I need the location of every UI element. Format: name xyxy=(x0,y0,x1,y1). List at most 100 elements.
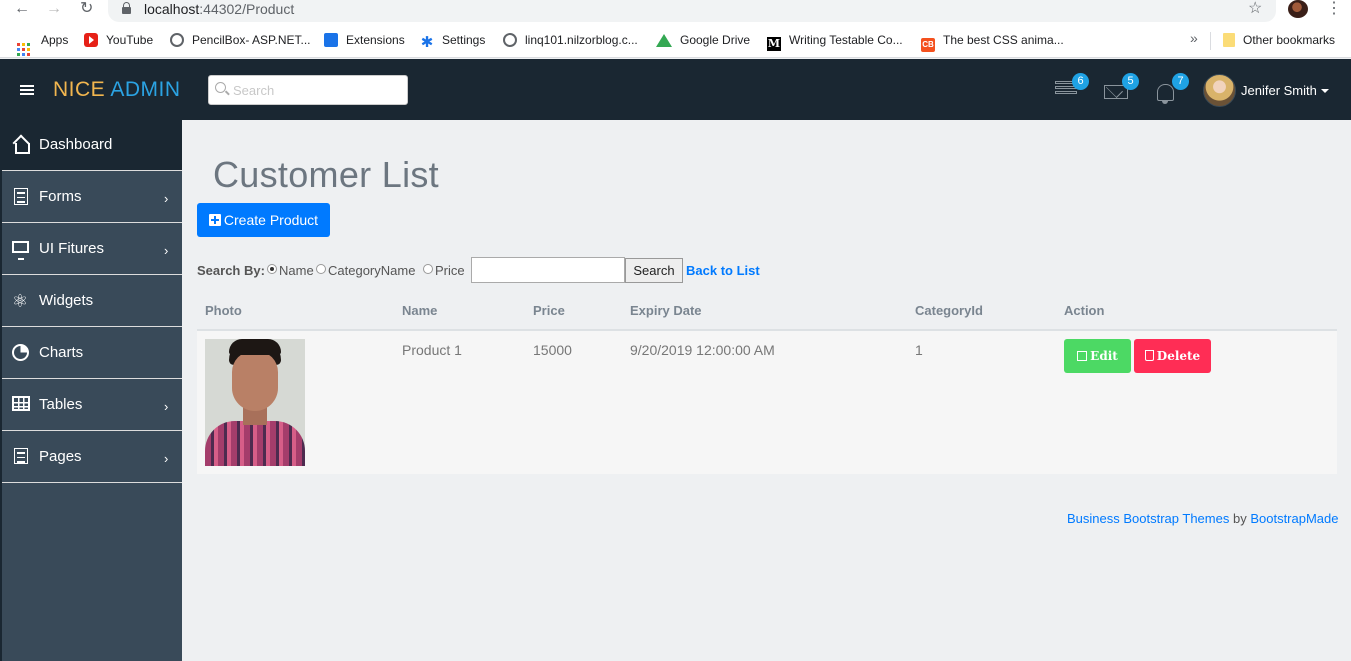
cell-category-id: 1 xyxy=(915,342,923,358)
bookmark-extensions[interactable]: Extensions xyxy=(324,32,405,48)
bookmarks-overflow-chevron-icon[interactable]: » xyxy=(1190,30,1198,46)
trash-icon xyxy=(1144,350,1154,361)
footer-by-text: by xyxy=(1232,511,1247,526)
brand-logo[interactable]: NICE ADMIN xyxy=(53,78,181,102)
browser-toolbar: ← → ↻ localhost:44302/Product ☆ ⋮ xyxy=(0,0,1351,22)
footer-bootstrapmade-link[interactable]: BootstrapMade xyxy=(1250,511,1338,526)
sidebar-item-pages[interactable]: Pages › xyxy=(2,432,182,483)
column-header-photo: Photo xyxy=(205,303,242,318)
medium-icon: M xyxy=(767,37,781,51)
bookmark-writing-testable[interactable]: M Writing Testable Co... xyxy=(767,32,903,51)
edit-icon xyxy=(1077,351,1088,361)
bookmark-youtube[interactable]: YouTube xyxy=(84,32,153,48)
profile-avatar-icon[interactable] xyxy=(1288,0,1308,18)
bookmark-settings[interactable]: ✱ Settings xyxy=(420,32,486,51)
cell-name: Product 1 xyxy=(402,342,462,358)
bookmark-css-animations[interactable]: CB The best CSS anima... xyxy=(921,32,1064,52)
gear-icon: ✱ xyxy=(420,34,434,51)
column-header-action: Action xyxy=(1064,303,1105,318)
sidebar-item-forms[interactable]: Forms › xyxy=(2,172,182,223)
search-button[interactable]: Search xyxy=(625,258,683,283)
url-text: localhost:44302/Product xyxy=(144,1,295,17)
plus-square-icon xyxy=(208,214,221,226)
chevron-right-icon: › xyxy=(164,191,169,206)
bookmarks-bar: Apps YouTube PencilBox- ASP.NET... Exten… xyxy=(0,22,1351,58)
back-arrow-icon[interactable]: ← xyxy=(14,0,30,18)
header-search-box xyxy=(208,75,408,105)
bookmark-linq101[interactable]: linq101.nilzorblog.c... xyxy=(503,32,638,48)
user-name[interactable]: Jenifer Smith xyxy=(1241,83,1317,99)
bookmarks-divider xyxy=(1210,32,1211,50)
bell-icon[interactable] xyxy=(1155,83,1175,104)
bookmark-pencilbox[interactable]: PencilBox- ASP.NET... xyxy=(170,32,311,48)
app-header: NICE ADMIN 6 5 7 Jenifer Smith xyxy=(0,59,1351,120)
create-product-button[interactable]: Create Product xyxy=(197,203,330,237)
sidebar-item-tables[interactable]: Tables › xyxy=(2,380,182,431)
radio-name-label: Name xyxy=(279,263,314,278)
address-bar[interactable]: localhost:44302/Product ☆ xyxy=(108,0,1276,22)
table-row: Product 1 15000 9/20/2019 12:00:00 AM 1 … xyxy=(197,331,1337,474)
sidebar-item-dashboard[interactable]: Dashboard xyxy=(2,120,182,171)
css-icon: CB xyxy=(921,38,935,52)
back-to-list-link[interactable]: Back to List xyxy=(686,263,760,278)
cell-expiry-date: 9/20/2019 12:00:00 AM xyxy=(630,342,775,358)
product-photo xyxy=(205,339,305,466)
reload-icon[interactable]: ↻ xyxy=(80,0,93,18)
pie-chart-icon xyxy=(12,344,29,361)
header-search-input[interactable] xyxy=(233,81,403,99)
chevron-right-icon: › xyxy=(164,399,169,414)
monitor-icon xyxy=(12,241,29,260)
chevron-right-icon: › xyxy=(164,243,169,258)
sidebar-item-label: UI Fitures xyxy=(39,240,105,257)
column-header-expiry-date: Expiry Date xyxy=(630,303,702,318)
hamburger-menu-icon[interactable] xyxy=(20,85,34,95)
sidebar-item-label: Tables xyxy=(39,396,83,413)
browser-menu-icon[interactable]: ⋮ xyxy=(1326,0,1342,18)
youtube-icon xyxy=(84,33,98,47)
search-by-label: Search By: xyxy=(197,263,265,278)
forward-arrow-icon[interactable]: → xyxy=(46,0,62,18)
puzzle-icon xyxy=(324,33,338,47)
bookmark-other-bookmarks[interactable]: Other bookmarks xyxy=(1223,32,1335,48)
bookmark-apps[interactable]: Apps xyxy=(17,32,68,56)
page-title: Customer List xyxy=(213,154,439,195)
radio-price[interactable] xyxy=(423,264,433,274)
column-header-name: Name xyxy=(402,303,438,318)
bookmark-star-icon[interactable]: ☆ xyxy=(1248,0,1262,18)
create-product-label: Create Product xyxy=(223,212,319,228)
footer-themes-link[interactable]: Business Bootstrap Themes xyxy=(1067,511,1229,526)
tasks-count-badge: 6 xyxy=(1072,73,1089,90)
google-drive-icon xyxy=(656,34,672,47)
column-header-category-id: CategoryId xyxy=(915,303,983,318)
table-icon xyxy=(12,396,30,411)
notification-count-badge: 7 xyxy=(1172,73,1189,90)
sidebar-item-charts[interactable]: Charts xyxy=(2,328,182,379)
radio-category-name-label: CategoryName xyxy=(328,263,416,278)
atom-icon: ⚛ xyxy=(12,291,29,311)
radio-price-label: Price xyxy=(435,263,465,278)
user-dropdown-caret-icon[interactable] xyxy=(1321,89,1329,93)
column-header-price: Price xyxy=(533,303,565,318)
footer-credits: Business Bootstrap Themes by BootstrapMa… xyxy=(1067,511,1339,526)
home-icon xyxy=(12,136,30,154)
sidebar-item-label: Widgets xyxy=(39,292,94,309)
folder-icon xyxy=(1223,33,1235,47)
apps-grid-icon xyxy=(17,43,30,56)
document-icon xyxy=(14,188,28,205)
sidebar-item-label: Dashboard xyxy=(39,136,113,153)
bookmark-google-drive[interactable]: Google Drive xyxy=(656,32,750,48)
sidebar-item-widgets[interactable]: ⚛ Widgets xyxy=(2,276,182,327)
radio-category-name[interactable] xyxy=(316,264,326,274)
globe-icon xyxy=(503,33,517,47)
delete-button[interactable]: Delete xyxy=(1134,339,1211,373)
sidebar-item-label: Forms xyxy=(39,188,82,205)
edit-button[interactable]: Edit xyxy=(1064,339,1131,373)
search-icon xyxy=(215,82,226,93)
radio-name[interactable] xyxy=(267,264,277,274)
search-text-input[interactable] xyxy=(471,257,625,283)
globe-icon xyxy=(170,33,184,47)
sidebar-item-label: Charts xyxy=(39,344,84,361)
user-avatar[interactable] xyxy=(1203,74,1236,107)
sidebar-item-label: Pages xyxy=(39,448,82,465)
sidebar-item-ui-fitures[interactable]: UI Fitures › xyxy=(2,224,182,275)
